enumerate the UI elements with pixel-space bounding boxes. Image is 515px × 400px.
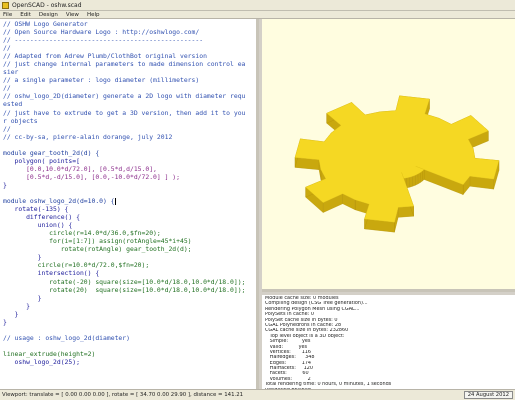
code-line[interactable]: // cc-by-sa, pierre-alain dorange, july … xyxy=(3,133,256,141)
gear-side-facet xyxy=(412,175,416,187)
code-line[interactable]: // xyxy=(3,44,256,52)
menu-edit[interactable]: Edit xyxy=(20,12,31,18)
menu-file[interactable]: File xyxy=(3,12,12,18)
code-line[interactable] xyxy=(3,141,256,149)
viewport-status: Viewport: translate = [ 0.00 0.00 0.00 ]… xyxy=(2,392,244,398)
code-line[interactable]: // xyxy=(3,84,256,92)
menu-design[interactable]: Design xyxy=(39,12,58,18)
code-line[interactable]: intersection() { xyxy=(3,269,256,277)
code-line[interactable]: rotate(rotAngle) gear_tooth_2d(d); xyxy=(3,245,256,253)
gear-side-facet xyxy=(409,176,413,188)
code-line[interactable] xyxy=(3,342,256,350)
status-date: 24 August 2012 xyxy=(463,391,513,399)
gear-side-facet xyxy=(422,169,425,182)
code-line[interactable]: // oshw_logo_2D(diameter) generate a 2D … xyxy=(3,92,256,100)
code-line[interactable]: // just have to extrude to get a 3D vers… xyxy=(3,109,256,117)
code-line[interactable]: difference() { xyxy=(3,213,256,221)
code-line[interactable]: [0.5*d,-d/15.0], [0.0,-10.0*d/72.0] ] ); xyxy=(3,173,256,181)
code-line[interactable]: module gear_tooth_2d(d) { xyxy=(3,149,256,157)
code-editor[interactable]: // OSHW Logo Generator// Open Source Har… xyxy=(0,19,259,389)
code-line[interactable]: } xyxy=(3,302,256,310)
code-line[interactable]: ested xyxy=(3,100,256,108)
gear-side-facet xyxy=(415,173,419,186)
code-line[interactable]: // usage : oshw_logo_2d(diameter) xyxy=(3,334,256,342)
code-line[interactable]: for(i=[1:7]) assign(rotAngle=45*i+45) xyxy=(3,237,256,245)
status-bar: Viewport: translate = [ 0.00 0.00 0.00 ]… xyxy=(0,389,515,400)
code-line[interactable]: module oshw_logo_2d(d=10.0) { xyxy=(3,197,256,205)
code-line[interactable]: } xyxy=(3,318,256,326)
gear-side-facet xyxy=(417,172,421,185)
code-line[interactable]: circle(r=14.0*d/36.0,$fn=20); xyxy=(3,229,256,237)
gear-logo-render[interactable] xyxy=(262,19,515,292)
code-line[interactable]: rotate(20) square(size=[10.0*d/18.0,10.0… xyxy=(3,286,256,294)
code-line[interactable]: } xyxy=(3,310,256,318)
text-cursor xyxy=(114,197,116,205)
code-line[interactable]: // just change internal parameters to ma… xyxy=(3,60,256,68)
code-line[interactable]: } xyxy=(3,253,256,261)
3d-viewport[interactable] xyxy=(262,19,515,292)
code-line[interactable]: // -------------------------------------… xyxy=(3,36,256,44)
code-line[interactable]: polygon( points=[ xyxy=(3,157,256,165)
code-line[interactable]: // xyxy=(3,125,256,133)
code-line[interactable]: rotate(-135) { xyxy=(3,205,256,213)
openscad-app-icon xyxy=(2,1,9,9)
code-line[interactable]: circle(r=10.0*d/72.0,$fn=20); xyxy=(3,261,256,269)
code-line[interactable]: sier xyxy=(3,68,256,76)
gear-side-facet xyxy=(420,170,423,183)
code-line[interactable] xyxy=(3,326,256,334)
code-line[interactable]: // OSHW Logo Generator xyxy=(3,20,256,28)
code-line[interactable]: union() { xyxy=(3,221,256,229)
code-line[interactable]: // Adapted from Adrew Plumb/ClothBot ori… xyxy=(3,52,256,60)
code-line[interactable]: // a single parameter : logo diameter (m… xyxy=(3,76,256,84)
menu-help[interactable]: Help xyxy=(87,12,100,18)
code-line[interactable]: [0.0,10.0*d/72.0], [0.5*d,d/15.0], xyxy=(3,165,256,173)
code-text[interactable]: // OSHW Logo Generator// Open Source Har… xyxy=(0,19,256,366)
gear-side-facet xyxy=(406,177,410,189)
menu-view[interactable]: View xyxy=(66,12,79,18)
window-title: OpenSCAD - oshw.scad xyxy=(12,1,82,9)
code-line[interactable]: linear_extrude(height=2) xyxy=(3,350,256,358)
menu-bar: File Edit Design View Help xyxy=(0,11,515,19)
code-line[interactable]: r objects xyxy=(3,117,256,125)
title-bar: OpenSCAD - oshw.scad xyxy=(0,0,515,11)
code-line[interactable]: // Open Source Hardware Logo : http://os… xyxy=(3,28,256,36)
code-line[interactable] xyxy=(3,189,256,197)
console-output[interactable]: Module cache size: 0 modules Compiling de… xyxy=(262,295,515,389)
code-line[interactable]: } xyxy=(3,181,256,189)
code-line[interactable]: oshw_logo_2d(25); xyxy=(3,358,256,366)
code-line[interactable]: } xyxy=(3,294,256,302)
code-line[interactable]: rotate(-20) square(size=[10.0*d/18.0,10.… xyxy=(3,278,256,286)
